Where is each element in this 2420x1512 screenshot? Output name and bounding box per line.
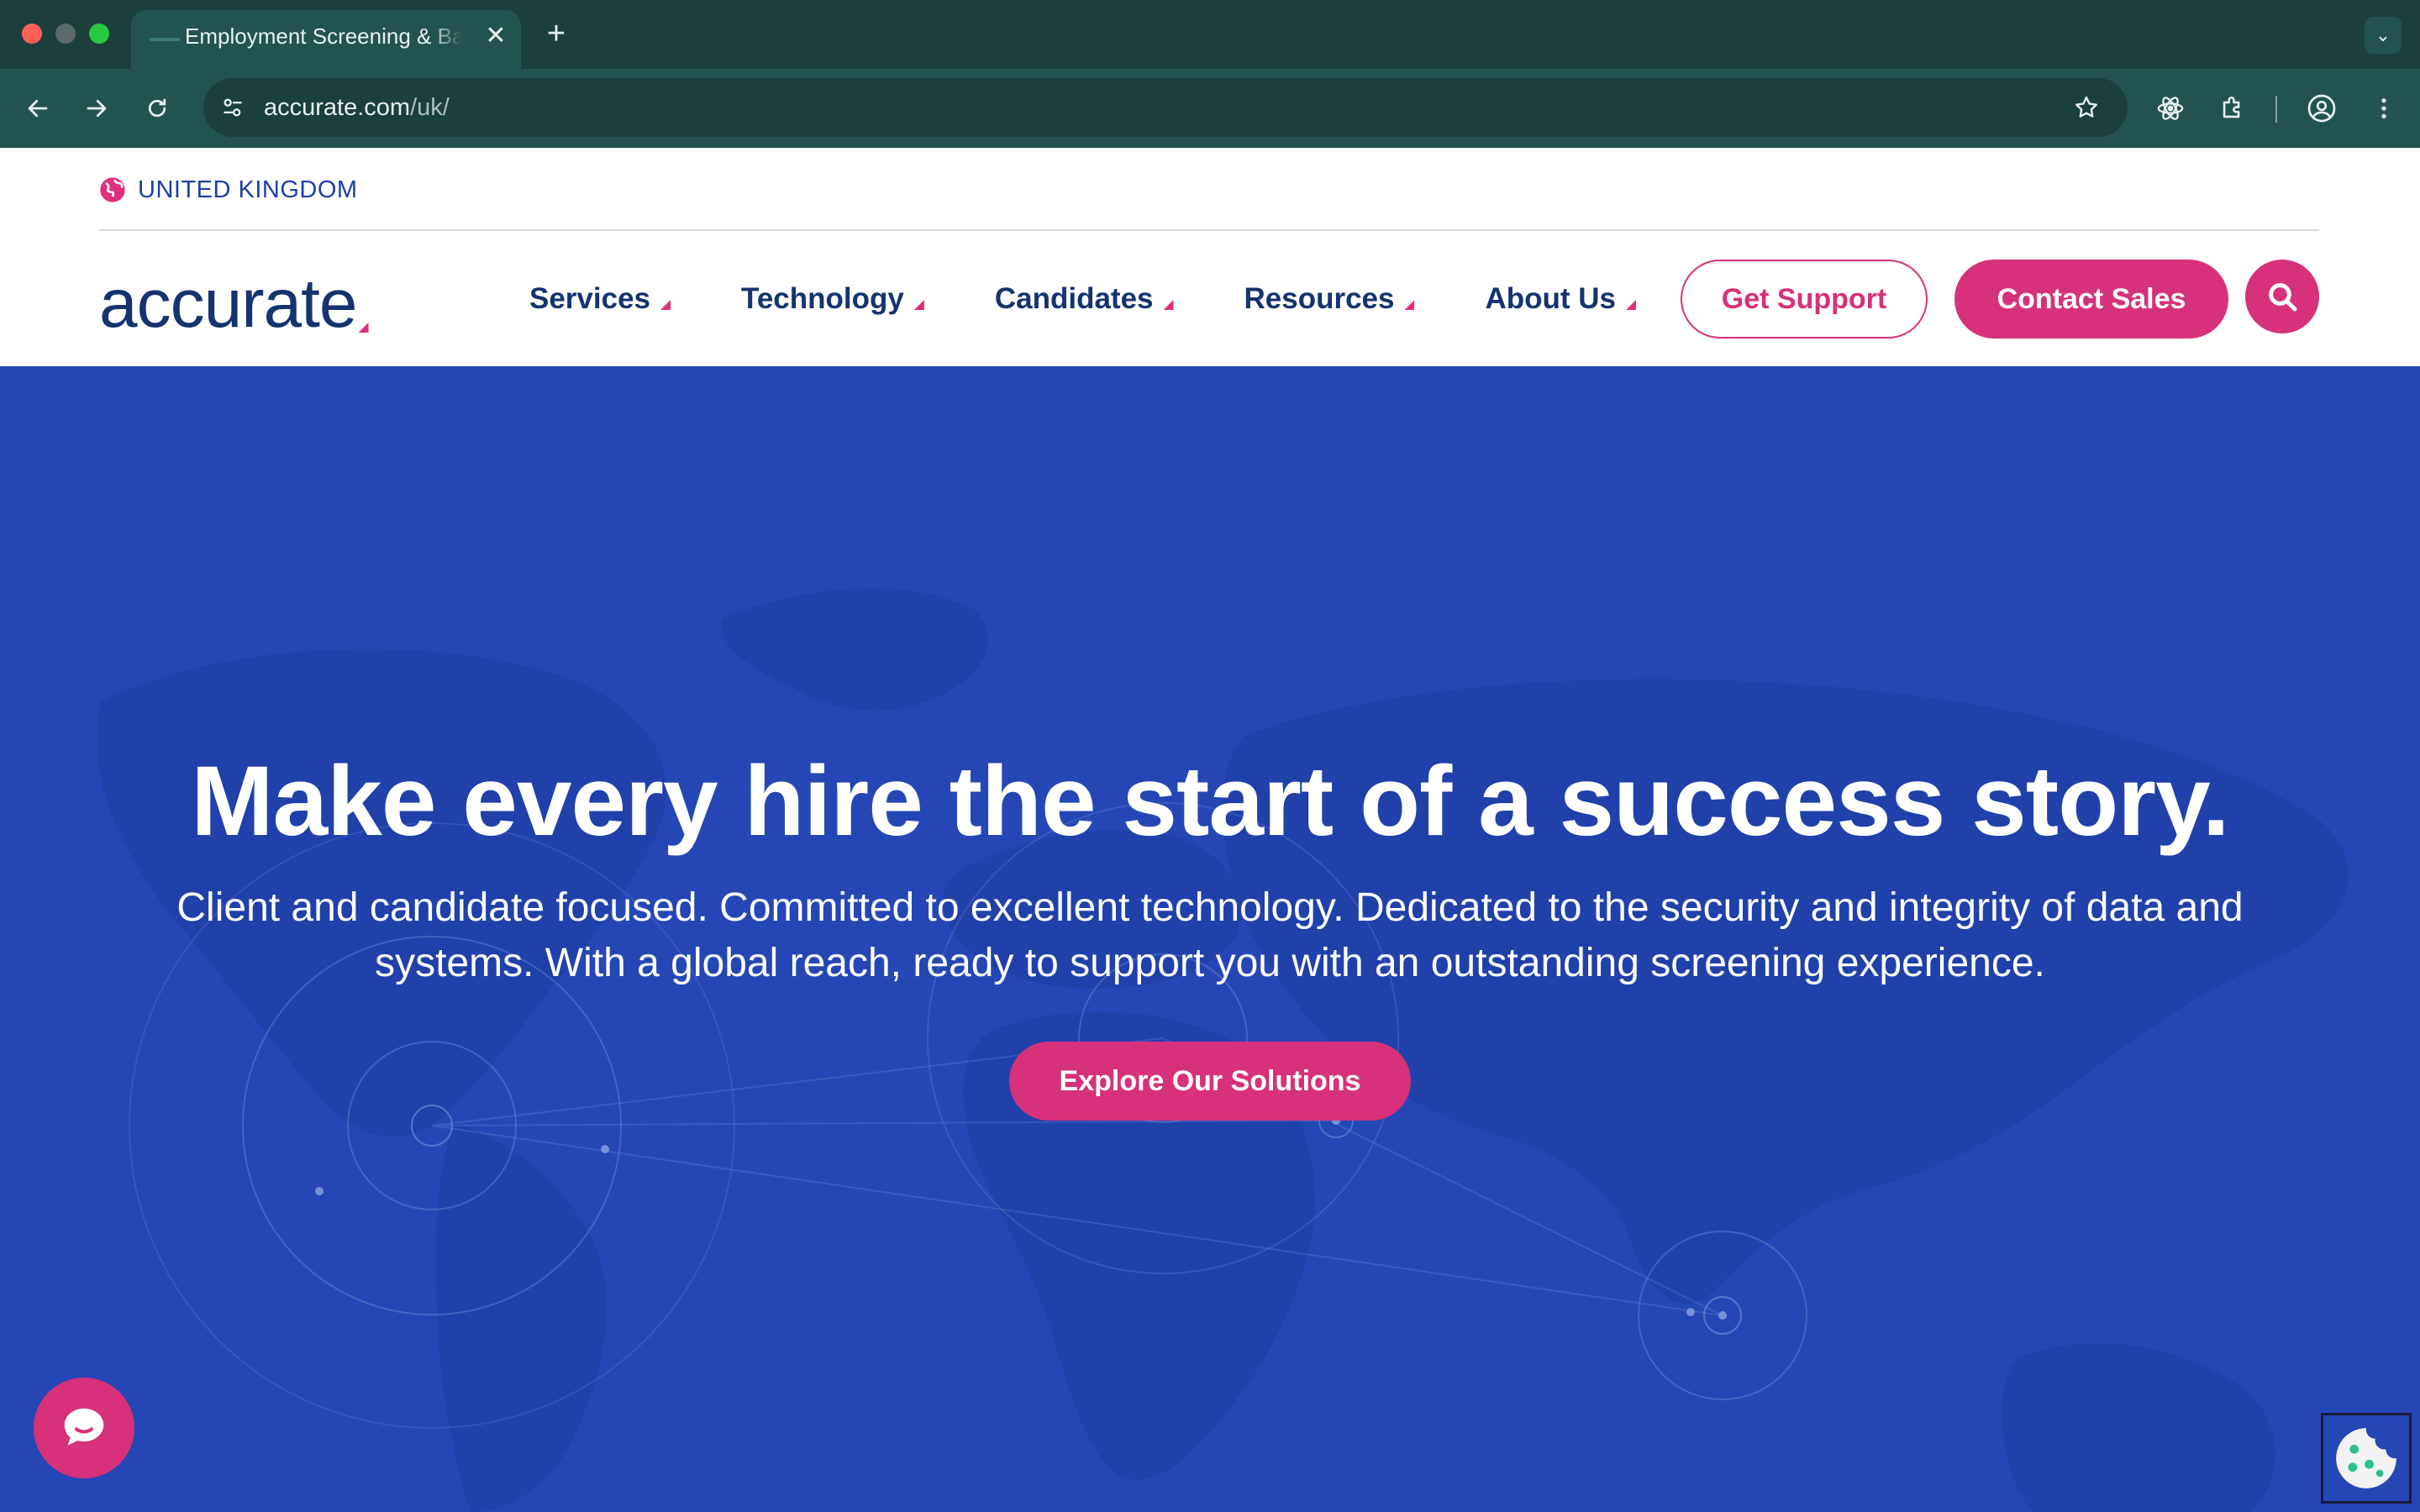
site-search-button[interactable]	[2245, 260, 2319, 333]
cookie-settings-button[interactable]	[2321, 1413, 2412, 1504]
logo-mark-icon	[358, 323, 369, 333]
toolbar-divider	[2275, 96, 2277, 123]
account-icon	[2307, 94, 2336, 123]
caret-down-icon	[1163, 300, 1174, 310]
tab-close-button[interactable]: ✕	[479, 19, 513, 53]
hero-section: Make every hire the start of a success s…	[0, 366, 2420, 1512]
arrow-left-icon	[28, 99, 48, 118]
new-tab-button[interactable]: +	[538, 15, 575, 52]
nav-item-technology[interactable]: Technology	[741, 278, 924, 320]
favicon-icon	[150, 38, 180, 41]
region-selector[interactable]: UNITED KINGDOM	[99, 173, 358, 207]
nav-item-candidates[interactable]: Candidates	[995, 278, 1174, 320]
star-icon	[2075, 96, 2097, 118]
window-maximize-button[interactable]	[89, 24, 109, 44]
puzzle-icon	[2223, 97, 2240, 118]
site-info-button[interactable]	[213, 88, 252, 127]
nav-item-services[interactable]: Services	[529, 278, 671, 320]
caret-down-icon	[660, 300, 671, 310]
explore-solutions-button[interactable]: Explore Our Solutions	[1009, 1042, 1411, 1121]
bookmark-button[interactable]	[2067, 88, 2106, 127]
caret-down-icon	[1404, 300, 1415, 310]
browser-menu-button[interactable]	[2365, 89, 2403, 128]
caret-down-icon	[913, 300, 924, 310]
tab-search-button[interactable]: ⌄	[2365, 17, 2402, 54]
arrow-right-icon	[87, 99, 107, 118]
accurate-logo[interactable]: accurate	[99, 262, 369, 342]
extensions-button[interactable]	[2213, 89, 2252, 128]
hero-subtitle: Client and candidate focused. Committed …	[176, 885, 2244, 985]
region-label: UNITED KINGDOM	[138, 176, 358, 203]
url-path: /uk/	[410, 94, 450, 121]
caret-down-icon	[1626, 300, 1637, 310]
reload-button[interactable]	[138, 89, 176, 128]
globe-icon	[100, 177, 125, 202]
back-button[interactable]	[18, 89, 57, 128]
window-minimize-button[interactable]	[55, 24, 76, 44]
profile-button[interactable]	[2302, 89, 2341, 128]
more-vertical-icon	[2381, 98, 2386, 118]
address-bar[interactable]: accurate.com/uk/	[203, 78, 2128, 137]
browser-tab-bar: Employment Screening & Background Checks…	[0, 0, 2420, 69]
tab-title: Employment Screening & Background Checks	[185, 21, 462, 51]
header-divider	[99, 229, 2319, 231]
window-close-button[interactable]	[22, 24, 42, 44]
reload-icon	[148, 98, 166, 118]
atom-icon	[2157, 97, 2184, 120]
react-devtools-button[interactable]	[2151, 89, 2190, 128]
browser-tab-active[interactable]: Employment Screening & Background Checks…	[131, 10, 521, 69]
browser-toolbar: accurate.com/uk/	[0, 69, 2420, 148]
nav-label: About Us	[1485, 282, 1617, 315]
nav-label: Candidates	[994, 282, 1154, 315]
nav-label: Services	[529, 282, 651, 315]
hero-title: Make every hire the start of a success s…	[191, 746, 2229, 857]
contact-sales-button[interactable]: Contact Sales	[1954, 260, 2228, 339]
forward-button[interactable]	[77, 89, 116, 128]
chat-bubble-icon	[64, 1408, 104, 1446]
url-host: accurate.com	[264, 94, 411, 121]
url-text[interactable]: accurate.com/uk/	[264, 92, 450, 123]
main-nav: Services Technology Candidates Resources…	[529, 278, 1707, 320]
logo-text: accurate	[99, 265, 358, 342]
site-header: UNITED KINGDOM accurate Services Technol…	[0, 148, 2420, 366]
nav-label: Resources	[1244, 282, 1395, 315]
cookie-icon	[2336, 1428, 2396, 1488]
search-icon	[2269, 283, 2297, 312]
nav-label: Technology	[741, 282, 904, 315]
tune-icon	[224, 98, 242, 117]
nav-item-about-us[interactable]: About Us	[1485, 278, 1637, 320]
get-support-button[interactable]: Get Support	[1681, 260, 1928, 339]
chat-widget-button[interactable]	[34, 1378, 134, 1478]
nav-item-resources[interactable]: Resources	[1244, 278, 1415, 320]
